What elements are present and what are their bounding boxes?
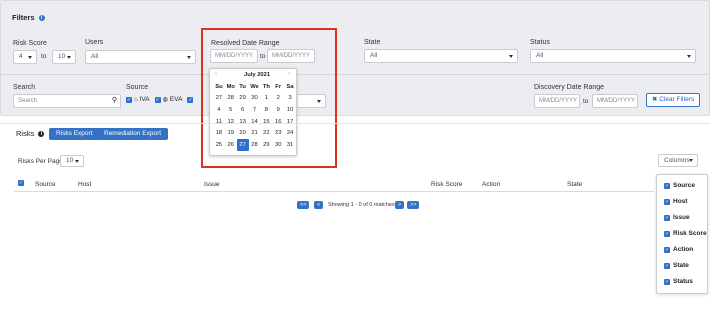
state-select[interactable]: All (364, 49, 518, 63)
pagination-info: Showing 1 - 0 of 0 matches (328, 202, 395, 208)
column-option-label: Host (673, 198, 688, 205)
select-all-checkbox[interactable]: ✓ (18, 180, 24, 187)
search-label: Search (13, 84, 36, 91)
col-issue[interactable]: Issue (204, 181, 220, 188)
per-page-label: Risks Per Page (18, 158, 63, 165)
state-value: All (370, 52, 378, 59)
source-iva-label: IVA (139, 96, 150, 103)
risks-top-divider (0, 123, 710, 124)
checkbox-checked-icon[interactable]: ✓ (154, 96, 161, 103)
source-iva[interactable]: ✓ ⌂ IVA (126, 96, 150, 103)
columns-button[interactable]: Columns (658, 154, 698, 167)
source-eva[interactable]: ✓ ◍ EVA (154, 96, 183, 103)
risk-score-min-value: 4 (19, 53, 23, 60)
col-action[interactable]: Action (482, 181, 500, 188)
clear-filters-button[interactable]: ✖ Clear Filters (646, 93, 701, 107)
risks-export-button[interactable]: Risks Export (49, 128, 100, 140)
chevron-down-icon (67, 56, 71, 59)
column-option-action[interactable]: ✓ Action (664, 246, 693, 253)
risk-score-to: to (41, 53, 47, 60)
col-risk-score[interactable]: Risk Score (431, 181, 462, 188)
checkbox-checked-icon[interactable]: ✓ (18, 180, 24, 187)
col-host[interactable]: Host (78, 181, 91, 188)
checkbox-checked-icon[interactable]: ✓ (664, 246, 670, 253)
status-select[interactable]: All (530, 49, 696, 63)
column-option-label: Status (673, 278, 693, 285)
risk-score-min-select[interactable]: 4 (13, 50, 37, 64)
last-page-button[interactable]: >> (407, 201, 420, 209)
search-icon[interactable]: ⚲ (112, 95, 117, 107)
info-icon[interactable]: i (38, 15, 45, 22)
info-icon[interactable]: i (38, 131, 45, 138)
risk-score-max-select[interactable]: 10 (52, 50, 76, 64)
per-page-value: 10 (66, 157, 74, 164)
chevron-down-icon (687, 55, 691, 58)
filters-title-text: Filters (12, 13, 35, 22)
filters-title: Filters i (12, 13, 45, 22)
close-icon: ✖ (652, 96, 658, 103)
column-option-source[interactable]: ✓ Source (664, 182, 695, 189)
source-label: Source (126, 84, 149, 91)
checkbox-checked-icon[interactable]: ✓ (664, 262, 670, 269)
risks-title: Risks i (16, 129, 45, 138)
checkbox-checked-icon[interactable]: ✓ (664, 214, 670, 221)
chevron-down-icon (187, 56, 191, 59)
table-header-divider (14, 191, 654, 192)
column-option-risk-score[interactable]: ✓ Risk Score (664, 230, 707, 237)
checkbox-checked-icon[interactable]: ✓ (187, 96, 194, 103)
column-option-label: Action (673, 246, 694, 253)
discovery-date-range-label: Discovery Date Range (534, 84, 605, 91)
column-option-label: Issue (673, 214, 690, 221)
chevron-down-icon (509, 55, 513, 58)
checkbox-checked-icon[interactable]: ✓ (664, 230, 670, 237)
users-select[interactable]: All (85, 50, 196, 64)
columns-label: Columns (664, 157, 690, 164)
chevron-down-icon (75, 160, 79, 163)
prev-page-button[interactable]: < (314, 201, 324, 209)
column-option-label: Source (673, 182, 696, 189)
discovery-from-input[interactable]: MM/DD/YYYY (534, 94, 580, 108)
home-icon: ⌂ (134, 96, 138, 103)
filters-divider (1, 74, 709, 75)
highlight-box (201, 28, 337, 168)
state-label: State (364, 39, 381, 46)
col-state[interactable]: State (567, 181, 582, 188)
source-third[interactable]: ✓ (187, 96, 194, 103)
users-value: All (91, 53, 99, 60)
source-options: ✓ ⌂ IVA ✓ ◍ EVA ✓ (126, 96, 198, 103)
source-eva-label: EVA (169, 96, 183, 103)
risk-score-label: Risk Score (13, 40, 47, 47)
column-option-status[interactable]: ✓ Status (664, 278, 693, 285)
columns-menu: ✓ Source ✓ Host ✓ Issue ✓ Risk Score ✓ Action… (656, 174, 708, 294)
status-value: All (536, 52, 544, 59)
first-page-button[interactable]: << (297, 201, 310, 209)
chevron-down-icon (28, 56, 32, 59)
column-option-label: State (673, 262, 689, 269)
filters-panel: Filters i Risk Score 4 to 10 Users All Re… (0, 0, 710, 116)
status-label: Status (530, 39, 550, 46)
discovery-to-label: to (583, 98, 589, 105)
discovery-to-input[interactable]: MM/DD/YYYY (592, 94, 638, 108)
search-input[interactable]: Search ⚲ (13, 94, 121, 108)
risk-score-max-value: 10 (58, 53, 66, 60)
col-source[interactable]: Source (35, 181, 56, 188)
clear-filters-label: Clear Filters (659, 96, 695, 103)
globe-icon: ◍ (162, 97, 168, 103)
checkbox-checked-icon[interactable]: ✓ (664, 182, 670, 189)
column-option-issue[interactable]: ✓ Issue (664, 214, 690, 221)
checkbox-checked-icon[interactable]: ✓ (126, 96, 132, 103)
column-option-host[interactable]: ✓ Host (664, 198, 687, 205)
search-placeholder: Search (18, 98, 38, 104)
risks-title-text: Risks (16, 129, 35, 138)
column-option-state[interactable]: ✓ State (664, 262, 689, 269)
per-page-select[interactable]: 10 (60, 155, 84, 167)
remediation-export-button[interactable]: Remediation Export (97, 128, 169, 140)
users-label: Users (85, 39, 104, 46)
checkbox-checked-icon[interactable]: ✓ (664, 198, 670, 205)
column-option-label: Risk Score (673, 230, 707, 237)
next-page-button[interactable]: > (395, 201, 405, 209)
chevron-down-icon (689, 159, 693, 162)
checkbox-checked-icon[interactable]: ✓ (664, 278, 670, 285)
